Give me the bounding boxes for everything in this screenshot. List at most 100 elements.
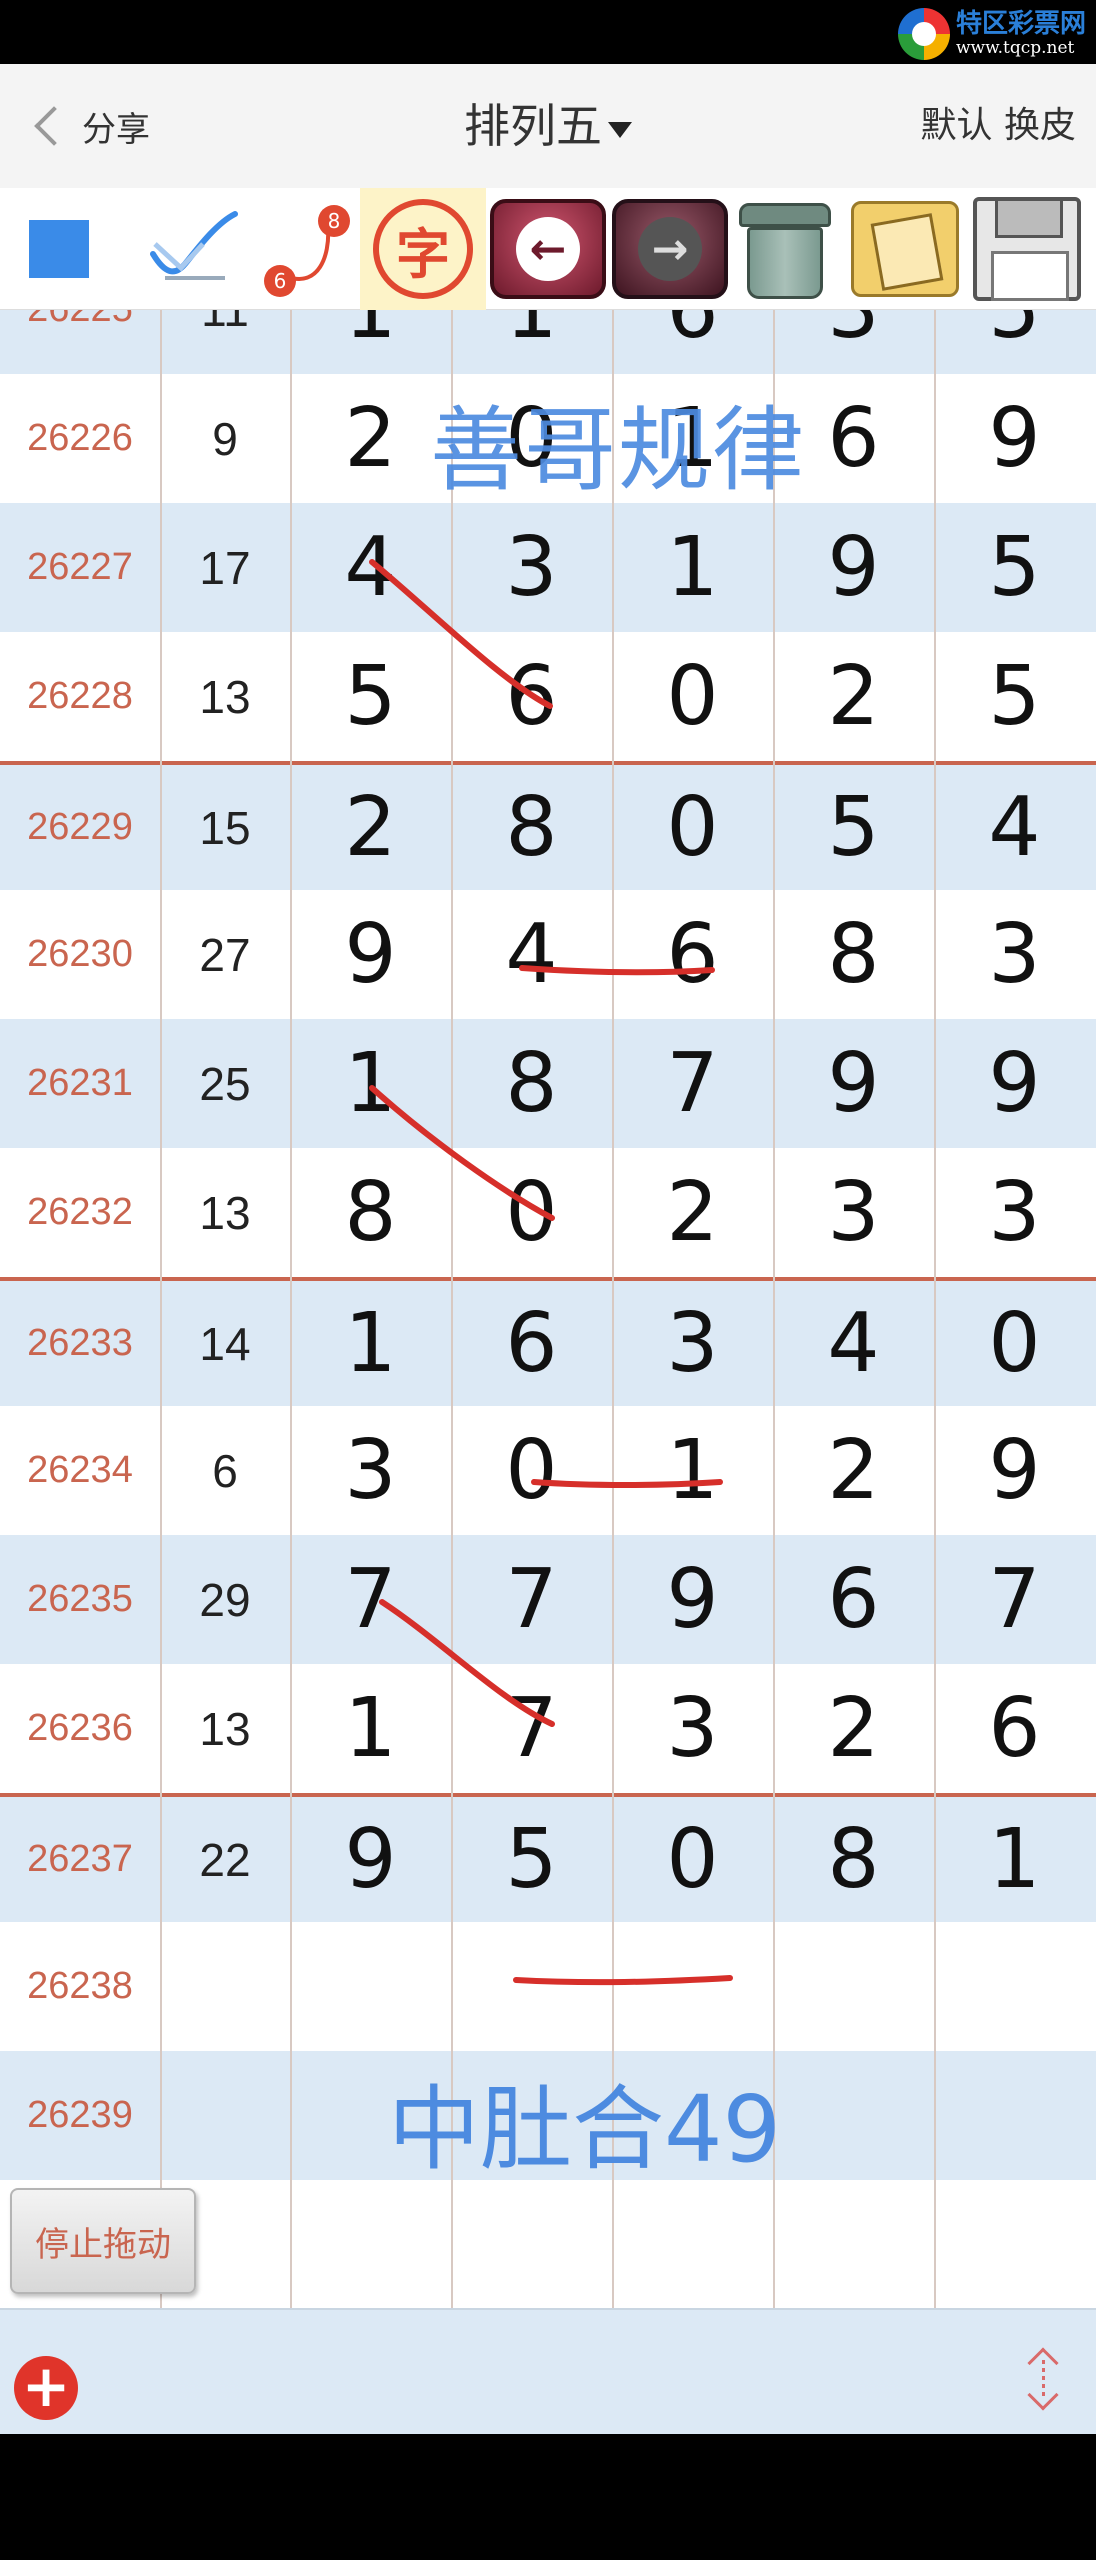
skin-menu[interactable]: 默认 换皮: [921, 94, 1076, 158]
digit-cell: 1: [666, 1423, 719, 1518]
digit-cell: [290, 1922, 451, 2051]
color-square-icon[interactable]: [28, 188, 90, 310]
digit-cell: 7: [344, 1552, 397, 1647]
digit-cell: 8: [505, 780, 558, 875]
digit-cell: 2: [827, 1681, 880, 1776]
char-toggle-icon: 字: [373, 199, 473, 299]
table-row: 26227 17 4 3 1 9 5: [0, 503, 1096, 632]
digit-cell: 1: [666, 520, 719, 615]
digit-cell: 8: [344, 1165, 397, 1260]
issue-number: 26232: [27, 1191, 133, 1233]
digit-cell: 2: [666, 1165, 719, 1260]
issue-number: 26233: [27, 1322, 133, 1364]
digit-cell: 9: [827, 1036, 880, 1131]
digit-cell: 6: [505, 1296, 558, 1391]
watermark-name: 特区彩票网: [955, 9, 1086, 39]
digit-cell: 7: [666, 1036, 719, 1131]
redo-button[interactable]: →: [612, 188, 728, 310]
digit-sum: [160, 2051, 290, 2180]
bottom-bar: +: [0, 2308, 1096, 2434]
table-row: 26229 15 2 8 0 5 4: [0, 761, 1096, 890]
digit-cell: 0: [666, 649, 719, 744]
digit-cell: [934, 1922, 1095, 2051]
digit-cell: 3: [988, 1165, 1041, 1260]
digit-cell: 8: [827, 1812, 880, 1907]
digit-cell: 9: [827, 520, 880, 615]
digit-cell: 7: [505, 1681, 558, 1776]
digit-cell: [934, 2180, 1095, 2308]
digit-sum: 22: [199, 1833, 251, 1886]
digit-cell: 1: [344, 1036, 397, 1131]
digit-cell: 9: [988, 1036, 1041, 1131]
digit-cell: [451, 2180, 612, 2308]
pen-check-icon[interactable]: [140, 188, 250, 310]
watermark-logo-icon: [897, 8, 950, 60]
digit-cell: [773, 2180, 934, 2308]
digit-sum: 9: [212, 412, 238, 465]
digit-sum: 25: [199, 1057, 251, 1110]
digit-cell: 3: [344, 1423, 397, 1518]
digit-cell: 3: [666, 1681, 719, 1776]
digit-cell: [934, 2051, 1095, 2180]
digit-cell: 1: [451, 310, 612, 374]
digit-sum: 15: [199, 801, 251, 854]
trash-button[interactable]: [730, 188, 840, 310]
digit-cell: 7: [988, 1552, 1041, 1647]
digit-cell: 0: [666, 1812, 719, 1907]
digit-sum: 17: [199, 541, 251, 594]
column-divider: [934, 310, 936, 2308]
digit-cell: 9: [988, 391, 1041, 486]
digit-cell: 6: [827, 1552, 880, 1647]
digit-cell: 1: [344, 1681, 397, 1776]
issue-number: 26236: [27, 1707, 133, 1749]
save-button[interactable]: [968, 188, 1086, 310]
digit-sum: 14: [199, 1317, 251, 1370]
digit-cell: [773, 1922, 934, 2051]
photos-button[interactable]: [845, 188, 965, 310]
table-row: 26234 6 3 0 1 2 9: [0, 1406, 1096, 1535]
column-divider: [160, 310, 162, 2308]
issue-number: 26230: [27, 933, 133, 975]
stop-drag-button[interactable]: 停止拖动: [10, 2188, 196, 2294]
curve-68-icon[interactable]: 8 6: [256, 188, 360, 310]
plus-circle-icon[interactable]: +: [14, 2356, 78, 2420]
issue-number: 26235: [27, 1578, 133, 1620]
digit-cell: 1: [290, 310, 451, 374]
digit-cell: 6: [505, 649, 558, 744]
char-toggle-button[interactable]: 字: [360, 188, 486, 310]
system-nav-area: [0, 2434, 1096, 2560]
table-row: 26233 14 1 6 3 4 0: [0, 1277, 1096, 1406]
column-divider: [451, 310, 453, 2308]
draw-results-grid[interactable]: 2622511116352622692016926227174319526228…: [0, 310, 1096, 2308]
undo-button[interactable]: ←: [490, 188, 606, 310]
digit-cell: [290, 2180, 451, 2308]
table-row: 26237 22 9 5 0 8 1: [0, 1793, 1096, 1922]
digit-sum: [160, 1922, 290, 2051]
digit-cell: 1: [344, 1296, 397, 1391]
save-disk-icon: [973, 197, 1081, 301]
digit-cell: 4: [505, 907, 558, 1002]
issue-number: 26227: [27, 546, 133, 588]
trash-icon: [739, 197, 831, 301]
table-row: 26230 27 9 4 6 8 3: [0, 890, 1096, 1019]
undo-arrow-icon: ←: [516, 217, 580, 281]
digit-cell: 2: [344, 391, 397, 486]
column-divider: [290, 310, 292, 2308]
issue-number: 26231: [27, 1062, 133, 1104]
digit-cell: 5: [988, 649, 1041, 744]
up-down-arrows-icon[interactable]: [1022, 2346, 1066, 2416]
photos-icon: [851, 201, 959, 297]
digit-cell: 5: [344, 649, 397, 744]
table-row: 26236 13 1 7 3 2 6: [0, 1664, 1096, 1793]
annotation-footer: 中肚合49: [388, 2076, 782, 2183]
curve-label-6: 6: [274, 269, 287, 293]
digit-cell: 9: [344, 1812, 397, 1907]
issue-number: 26225: [0, 310, 160, 374]
digit-cell: 2: [827, 1423, 880, 1518]
digit-cell: 5: [505, 1812, 558, 1907]
table-row: 26231 25 1 8 7 9 9: [0, 1019, 1096, 1148]
digit-cell: 9: [344, 907, 397, 1002]
digit-cell: 8: [505, 1036, 558, 1131]
issue-number: 26228: [27, 675, 133, 717]
digit-cell: 5: [988, 520, 1041, 615]
